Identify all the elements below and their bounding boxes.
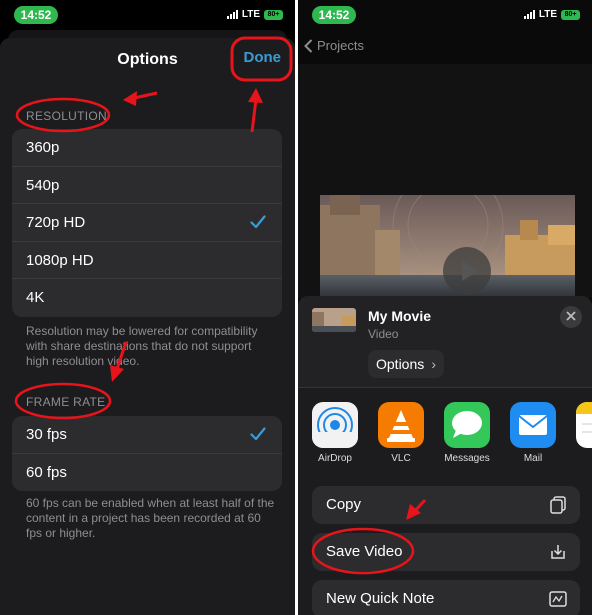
movie-title: My Movie xyxy=(368,308,432,324)
close-icon xyxy=(566,311,576,321)
close-button[interactable] xyxy=(560,306,582,328)
system-indicators: LTE 80+ xyxy=(226,9,283,20)
done-button[interactable]: Done xyxy=(244,49,282,66)
new-quick-note-action[interactable]: New Quick Note xyxy=(312,580,580,615)
frame-rate-list: 30 fps 60 fps xyxy=(12,416,282,491)
checkmark-icon xyxy=(250,215,266,229)
status-time: 14:52 xyxy=(14,6,58,24)
status-time: 14:52 xyxy=(312,6,356,24)
battery-icon: 80+ xyxy=(264,9,283,20)
copy-action[interactable]: Copy xyxy=(312,486,580,524)
options-screen: 14:52 LTE 80+ Options Done RESOLUTION 36… xyxy=(0,0,295,615)
resolution-option-360p[interactable]: 360p xyxy=(12,129,282,167)
back-button[interactable]: Projects xyxy=(304,38,364,53)
app-share-row: AirDrop VLC Messages Mail xyxy=(312,402,592,472)
messages-icon xyxy=(444,402,490,448)
mail-icon xyxy=(510,402,556,448)
play-icon xyxy=(462,261,478,281)
status-bar: 14:52 LTE 80+ xyxy=(298,0,592,30)
frame-rate-header: FRAME RATE xyxy=(26,395,106,409)
quick-note-icon xyxy=(549,591,567,607)
app-vlc[interactable]: VLC xyxy=(371,402,431,464)
app-messages[interactable]: Messages xyxy=(437,402,497,464)
copy-icon xyxy=(550,496,566,514)
system-indicators: LTE 80+ xyxy=(523,9,580,20)
save-video-action[interactable]: Save Video xyxy=(312,533,580,571)
play-button[interactable] xyxy=(443,247,491,295)
vlc-icon xyxy=(378,402,424,448)
battery-icon: 80+ xyxy=(561,9,580,20)
chevron-left-icon xyxy=(304,38,313,53)
status-bar: 14:52 LTE 80+ xyxy=(0,0,295,30)
resolution-option-4k[interactable]: 4K xyxy=(12,279,282,317)
notes-icon xyxy=(576,402,592,448)
resolution-option-1080p[interactable]: 1080p HD xyxy=(12,242,282,279)
share-screen: 14:52 LTE 80+ Projects My Movie Video Op… xyxy=(298,0,592,615)
resolution-list: 360p 540p 720p HD 1080p HD 4K xyxy=(12,129,282,317)
network-label: LTE xyxy=(538,9,557,20)
movie-subtitle: Video xyxy=(368,327,399,341)
resolution-option-540p[interactable]: 540p xyxy=(12,167,282,204)
frame-rate-footnote: 60 fps can be enabled when at least half… xyxy=(26,496,275,540)
frame-rate-option-30[interactable]: 30 fps xyxy=(12,416,282,454)
app-airdrop[interactable]: AirDrop xyxy=(305,402,365,464)
resolution-footnote: Resolution may be lowered for compatibil… xyxy=(26,324,258,368)
resolution-header: RESOLUTION xyxy=(26,109,108,123)
signal-icon xyxy=(226,10,238,19)
resolution-option-720p[interactable]: 720p HD xyxy=(12,204,282,242)
app-mail[interactable]: Mail xyxy=(503,402,563,464)
video-thumbnail[interactable] xyxy=(320,195,575,298)
checkmark-icon xyxy=(250,427,266,441)
options-sheet: Options Done RESOLUTION 360p 540p 720p H… xyxy=(0,38,295,615)
airdrop-icon xyxy=(312,402,358,448)
share-header: My Movie Video Options › xyxy=(298,296,592,388)
network-label: LTE xyxy=(241,9,260,20)
options-button[interactable]: Options › xyxy=(368,350,444,378)
frame-rate-option-60[interactable]: 60 fps xyxy=(12,454,282,492)
save-icon xyxy=(551,545,565,559)
chevron-right-icon: › xyxy=(431,356,436,372)
app-notes[interactable]: N xyxy=(569,402,592,464)
signal-icon xyxy=(523,10,535,19)
back-label: Projects xyxy=(317,38,364,53)
share-sheet: My Movie Video Options › AirDrop VLC Mes… xyxy=(298,296,592,615)
movie-thumbnail xyxy=(312,308,356,332)
